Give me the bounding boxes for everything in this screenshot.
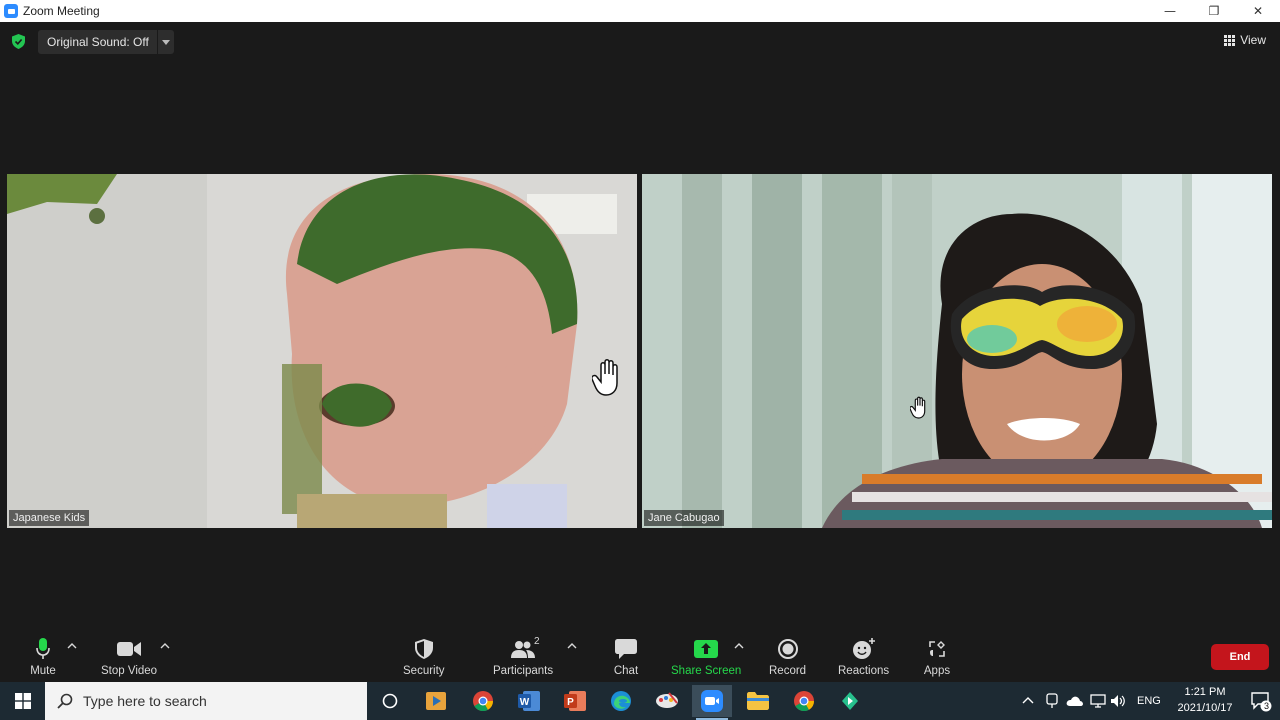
input-language-indicator[interactable]: ENG [1137, 682, 1161, 720]
chrome-icon [794, 691, 815, 712]
original-sound-label[interactable]: Original Sound: Off [38, 30, 158, 54]
taskbar-app-paint[interactable] [647, 685, 687, 717]
reactions-label: Reactions [838, 665, 890, 677]
record-label: Record [769, 665, 807, 677]
meet-now-icon[interactable] [1046, 693, 1058, 709]
reactions-button[interactable]: Reactions [838, 638, 889, 677]
svg-text:W: W [520, 697, 530, 708]
search-placeholder[interactable]: Type here to search [83, 693, 207, 709]
participants-icon [511, 641, 536, 658]
participant-video-feed [7, 174, 637, 528]
smiley-reaction-icon [852, 638, 875, 659]
word-icon: W [518, 691, 540, 711]
share-screen-label: Share Screen [671, 665, 742, 677]
participant-video-feed [642, 174, 1272, 528]
meeting-area: Original Sound: Off View Japanese Kids J… [0, 22, 1280, 634]
chat-label: Chat [613, 665, 639, 677]
raised-hand-icon [592, 359, 618, 396]
window-title: Zoom Meeting [23, 4, 100, 18]
taskbar-app-chrome[interactable] [463, 685, 503, 717]
taskbar-app-zoom[interactable] [692, 685, 732, 720]
stop-video-label: Stop Video [101, 665, 158, 677]
windows-logo-icon [14, 693, 31, 709]
close-button[interactable]: ✕ [1236, 0, 1280, 22]
screen-recorder-icon [842, 692, 858, 710]
window-titlebar: Zoom Meeting — ❐ ✕ [0, 0, 1280, 22]
chat-bubble-icon [615, 639, 637, 659]
taskbar-search-box[interactable]: Type here to search [45, 682, 367, 720]
onedrive-cloud-icon[interactable] [1066, 695, 1084, 707]
task-view-icon [382, 693, 398, 709]
apps-label: Apps [923, 665, 951, 677]
view-button[interactable]: View [1224, 33, 1266, 47]
paint-icon [656, 692, 678, 708]
video-options-caret-icon[interactable] [160, 642, 170, 650]
participant-name-label: Jane Cabugao [644, 510, 724, 526]
video-player-icon [426, 692, 446, 710]
record-icon [777, 639, 798, 659]
clock-date: 2021/10/17 [1177, 702, 1233, 714]
grid-view-icon [1224, 34, 1236, 46]
powerpoint-icon: P [564, 691, 586, 711]
action-center-button[interactable]: 3 [1250, 690, 1272, 712]
participants-label: Participants [493, 665, 554, 677]
zoom-app-icon [4, 4, 18, 18]
taskbar-app-edge[interactable] [601, 685, 641, 717]
notification-count-badge: 3 [1264, 701, 1270, 711]
windows-taskbar: Type here to search W P ENG 1:21 PM 2021… [0, 682, 1280, 720]
edge-icon [611, 691, 631, 711]
mute-label: Mute [30, 665, 56, 677]
apps-button[interactable]: Apps [920, 638, 954, 677]
svg-text:P: P [567, 697, 574, 708]
folder-icon [747, 692, 769, 710]
video-camera-icon [117, 642, 142, 656]
share-screen-button[interactable]: Share Screen [671, 638, 741, 677]
taskbar-clock[interactable]: 1:21 PM 2021/10/17 [1170, 684, 1240, 716]
video-tile-participant-2[interactable]: Jane Cabugao [642, 174, 1272, 528]
restore-button[interactable]: ❐ [1192, 0, 1236, 22]
show-hidden-icons-chevron-icon[interactable] [1022, 696, 1034, 704]
view-label: View [1240, 33, 1266, 47]
end-meeting-button[interactable]: End [1211, 644, 1269, 670]
participant-name-label: Japanese Kids [9, 510, 90, 526]
raised-hand-icon [910, 396, 926, 419]
share-screen-icon [694, 640, 719, 658]
apps-icon [929, 641, 945, 657]
zoom-icon [701, 690, 723, 712]
taskbar-app-powerpoint[interactable]: P [555, 685, 595, 717]
participant-count-badge: 2 [534, 636, 540, 647]
audio-options-caret-icon[interactable] [67, 642, 77, 650]
share-options-caret-icon[interactable] [734, 642, 744, 650]
taskbar-app-word[interactable]: W [509, 685, 549, 717]
security-shield-icon [414, 639, 433, 659]
mute-button[interactable]: Mute [26, 638, 60, 677]
participants-options-caret-icon[interactable] [567, 642, 577, 650]
taskbar-app-chrome-2[interactable] [784, 685, 824, 717]
search-icon [57, 693, 73, 709]
volume-icon[interactable] [1110, 694, 1126, 708]
meeting-controls-toolbar: Mute Stop Video Security 2 Participants … [0, 634, 1280, 682]
taskbar-app-file-explorer[interactable] [738, 685, 778, 717]
taskbar-app-video-player[interactable] [416, 685, 456, 717]
task-view-button[interactable] [370, 685, 410, 717]
chrome-icon [473, 691, 494, 712]
clock-time: 1:21 PM [1184, 686, 1226, 698]
security-button[interactable]: Security [403, 638, 445, 677]
taskbar-app-screen-recorder[interactable] [830, 685, 870, 717]
microphone-icon [36, 638, 50, 659]
original-sound-toggle[interactable]: Original Sound: Off [38, 30, 174, 54]
security-label: Security [403, 665, 445, 677]
chat-button[interactable]: Chat [609, 638, 643, 677]
network-icon[interactable] [1090, 694, 1106, 708]
encryption-shield-icon[interactable] [12, 34, 25, 49]
record-button[interactable]: Record [769, 638, 806, 677]
stop-video-button[interactable]: Stop Video [101, 638, 157, 677]
minimize-button[interactable]: — [1148, 0, 1192, 22]
chevron-down-icon[interactable] [158, 30, 174, 54]
participants-button[interactable]: 2 Participants [493, 636, 554, 677]
start-button[interactable] [0, 682, 45, 720]
video-tile-participant-1[interactable]: Japanese Kids [7, 174, 637, 528]
